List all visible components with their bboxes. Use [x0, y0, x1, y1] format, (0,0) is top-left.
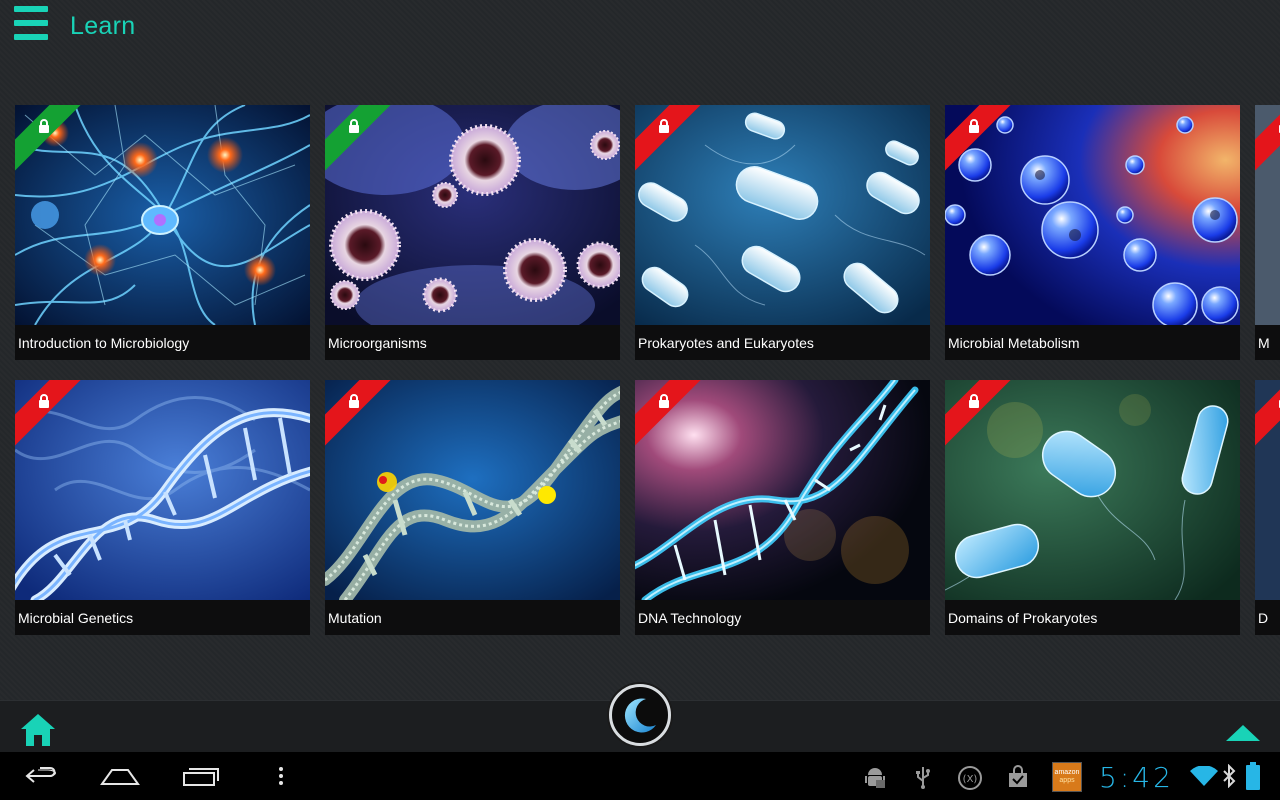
lock-icon	[349, 119, 359, 133]
card-grid: Introduction to Microbiology Microorgani…	[0, 0, 1280, 700]
home-icon[interactable]	[20, 713, 56, 747]
lock-icon	[969, 119, 979, 133]
card-image-dna-helix	[15, 380, 310, 600]
card-label: D	[1255, 600, 1280, 635]
card-image-bacteria	[635, 105, 930, 325]
system-navigation-bar: (X) amazon apps 5:42	[0, 752, 1280, 800]
card-label: Prokaryotes and Eukaryotes	[635, 325, 930, 360]
svg-text:(X): (X)	[963, 774, 978, 785]
card-label: Microbial Metabolism	[945, 325, 1240, 360]
card-image-dna-glow	[635, 380, 930, 600]
card-microbial-metabolism[interactable]: Microbial Metabolism	[945, 105, 1240, 360]
card-image-cells	[945, 105, 1240, 325]
lock-icon	[969, 394, 979, 408]
lock-icon	[659, 394, 669, 408]
recent-apps-icon[interactable]	[182, 764, 220, 788]
card-introduction-to-microbiology[interactable]: Introduction to Microbiology	[15, 105, 310, 360]
usb-icon	[916, 767, 930, 789]
status-clock: 5:42	[1099, 761, 1174, 794]
x-app-icon: (X)	[958, 766, 982, 790]
bluetooth-icon	[1223, 764, 1236, 788]
lock-icon	[39, 119, 49, 133]
card-partial-row1[interactable]: M	[1255, 105, 1280, 360]
card-label: Domains of Prokaryotes	[945, 600, 1240, 635]
lock-icon	[659, 119, 669, 133]
card-label: Introduction to Microbiology	[15, 325, 310, 360]
amazon-appstore-icon: amazon apps	[1052, 762, 1082, 792]
crescent-logo-icon	[624, 698, 656, 733]
card-image-neurons	[15, 105, 310, 325]
home-nav-icon[interactable]	[100, 764, 140, 788]
card-label: Mutation	[325, 600, 620, 635]
card-image-mutation	[325, 380, 620, 600]
shopping-bag-icon	[1009, 765, 1027, 787]
lock-icon	[349, 394, 359, 408]
card-mutation[interactable]: Mutation	[325, 380, 620, 635]
card-dna-technology[interactable]: DNA Technology	[635, 380, 930, 635]
card-image-prokaryotes	[945, 380, 1240, 600]
wifi-icon	[1190, 766, 1218, 786]
battery-icon	[1246, 762, 1260, 790]
lock-icon	[39, 394, 49, 408]
card-label: DNA Technology	[635, 600, 930, 635]
apps-badge-text: apps	[1059, 777, 1075, 784]
scroll-up-icon[interactable]	[1224, 723, 1262, 743]
overflow-menu-icon[interactable]	[277, 764, 285, 788]
card-image-viruses	[325, 105, 620, 325]
card-partial-row2[interactable]: D	[1255, 380, 1280, 635]
card-microorganisms[interactable]: Microorganisms	[325, 105, 620, 360]
card-domains-of-prokaryotes[interactable]: Domains of Prokaryotes	[945, 380, 1240, 635]
card-label: Microbial Genetics	[15, 600, 310, 635]
card-microbial-genetics[interactable]: Microbial Genetics	[15, 380, 310, 635]
card-label: Microorganisms	[325, 325, 620, 360]
app-logo-button[interactable]	[609, 684, 671, 746]
back-icon[interactable]	[24, 764, 58, 788]
android-debug-icon	[865, 768, 885, 788]
card-label: M	[1255, 325, 1280, 360]
card-prokaryotes-and-eukaryotes[interactable]: Prokaryotes and Eukaryotes	[635, 105, 930, 360]
amazon-badge-text: amazon	[1054, 769, 1080, 776]
